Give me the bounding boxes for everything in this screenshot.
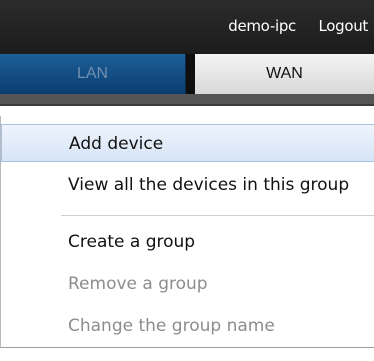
menu-item-view-all-devices[interactable]: View all the devices in this group (1, 166, 374, 204)
menu-item-add-device[interactable]: Add device (1, 124, 374, 162)
menu-separator (61, 215, 374, 216)
menu-item-remove-group: Remove a group (68, 274, 208, 294)
tab-lan[interactable]: LAN (0, 54, 186, 94)
tab-bar: LAN WAN (0, 54, 374, 94)
menu-item-create-group[interactable]: Create a group (1, 223, 374, 261)
tab-wan[interactable]: WAN (195, 54, 374, 94)
top-bar: demo-ipc Logout (0, 0, 374, 54)
context-menu: Add device View all the devices in this … (0, 116, 374, 348)
logout-link[interactable]: Logout (318, 17, 368, 35)
menu-item-change-group-name: Change the group name (68, 316, 275, 336)
username-label: demo-ipc (228, 17, 296, 35)
tab-underline-bar (0, 94, 374, 106)
